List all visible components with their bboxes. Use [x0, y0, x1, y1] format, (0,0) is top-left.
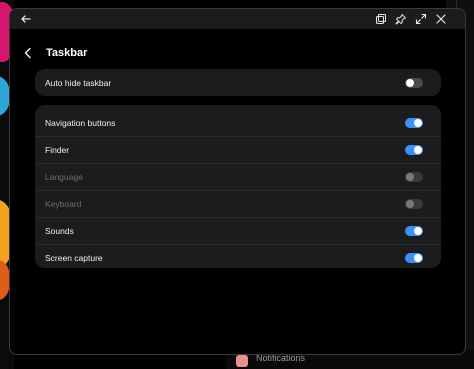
- arrow-left-icon[interactable]: [18, 11, 34, 27]
- setting-label: Sounds: [45, 226, 74, 236]
- language-toggle: [405, 172, 423, 182]
- setting-label: Navigation buttons: [45, 117, 116, 128]
- settings-card-taskbar-items: Navigation buttons Finder Language Keybo…: [35, 105, 441, 268]
- page-header: Taskbar: [20, 43, 87, 63]
- setting-row-language: Language: [35, 163, 441, 190]
- navigation-buttons-toggle[interactable]: [405, 117, 423, 128]
- pin-icon[interactable]: [393, 11, 409, 27]
- settings-card-general: Auto hide taskbar: [35, 69, 441, 96]
- multiwindow-icon[interactable]: [373, 11, 389, 27]
- setting-label: Screen capture: [45, 253, 103, 263]
- setting-row-finder[interactable]: Finder: [35, 136, 441, 163]
- chevron-left-icon[interactable]: [20, 45, 36, 61]
- notifications-app-icon: [236, 355, 248, 367]
- setting-label: Keyboard: [45, 199, 82, 209]
- settings-window: Taskbar Auto hide taskbar Navigation but…: [9, 8, 466, 355]
- close-icon[interactable]: [433, 11, 449, 27]
- setting-row-navigation-buttons[interactable]: Navigation buttons: [35, 109, 441, 136]
- finder-toggle[interactable]: [405, 145, 423, 155]
- page-title: Taskbar: [46, 47, 88, 59]
- setting-row-screen-capture[interactable]: Screen capture: [35, 244, 441, 271]
- screen-capture-toggle[interactable]: [405, 253, 423, 263]
- sounds-toggle[interactable]: [405, 226, 423, 236]
- setting-row-auto-hide-taskbar[interactable]: Auto hide taskbar: [35, 69, 441, 96]
- window-titlebar: [10, 9, 465, 29]
- setting-label: Auto hide taskbar: [45, 77, 112, 88]
- maximize-icon[interactable]: [413, 11, 429, 27]
- auto-hide-toggle[interactable]: [405, 77, 423, 88]
- setting-label: Language: [45, 172, 83, 182]
- keyboard-toggle: [405, 199, 423, 209]
- setting-row-sounds[interactable]: Sounds: [35, 217, 441, 244]
- setting-row-keyboard: Keyboard: [35, 190, 441, 217]
- setting-label: Finder: [45, 145, 70, 155]
